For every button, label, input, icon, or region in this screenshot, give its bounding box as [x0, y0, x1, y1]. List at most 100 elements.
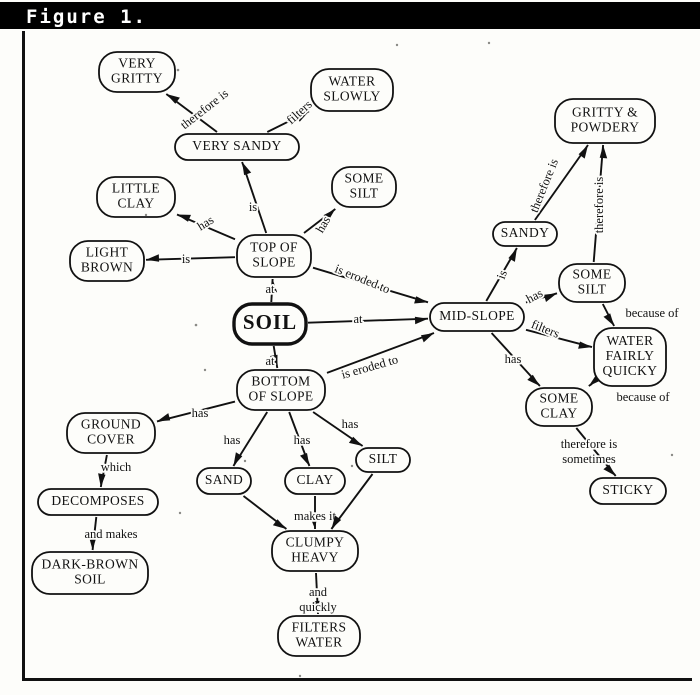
edge-label: filters [529, 317, 561, 341]
node-little-clay[interactable]: LITTLE CLAY [96, 176, 176, 218]
edge-label: has [505, 352, 522, 366]
edge-label: is eroded to [333, 262, 392, 297]
edge-label: at [265, 354, 275, 368]
node-decomposes[interactable]: DECOMPOSES [37, 488, 159, 516]
edge-soil-to-mid-slope: atat [307, 310, 429, 328]
node-very-gritty[interactable]: VERY GRITTY [98, 51, 176, 93]
node-light-brown[interactable]: LIGHT BROWN [69, 240, 145, 282]
edge-label: at [353, 312, 363, 326]
edge-top-of-slope-to-light-brown: isis [145, 250, 236, 268]
node-clumpy-heavy[interactable]: CLUMPY HEAVY [271, 530, 359, 572]
node-label: DECOMPOSES [51, 493, 144, 508]
node-label: TOP OF SLOPE [250, 240, 298, 270]
edge-label: is [494, 268, 510, 281]
edge-top-of-slope-to-mid-slope: is eroded tois eroded to [312, 260, 429, 304]
node-label: FILTERS WATER [292, 620, 347, 650]
edge-bottom-of-slope-to-mid-slope: is eroded tois eroded to [326, 332, 435, 383]
edge-label: which [101, 460, 132, 474]
edge-label: because of [616, 390, 670, 404]
node-label: MID-SLOPE [439, 308, 515, 323]
arrowhead-icon [242, 162, 252, 176]
node-water-slowly[interactable]: WATER SLOWLY [310, 68, 394, 112]
node-ground-cover[interactable]: GROUND COVER [66, 412, 156, 454]
edge-bottom-of-slope-to-sand: hashas [222, 411, 269, 467]
node-label: SOME SILT [572, 267, 611, 297]
edge-label: is [182, 252, 190, 266]
node-water-fairly-quicky[interactable]: WATER FAIRLY QUICKY [593, 327, 667, 387]
edge-label: and quickly [299, 585, 337, 614]
edge-top-of-slope-to-little-clay: hashas [176, 211, 236, 241]
edge-sand-to-clumpy-heavy [242, 495, 287, 530]
edge-soil-to-top-of-slope: atat [264, 278, 278, 303]
arrowhead-icon [603, 313, 615, 326]
node-dark-brown-soil[interactable]: DARK-BROWN SOIL [31, 551, 149, 595]
node-sticky[interactable]: STICKY [589, 477, 667, 505]
node-filters-water[interactable]: FILTERS WATER [277, 615, 361, 657]
edge-some-silt-mid-to-water-fairly-quicky: because ofbecause of [601, 303, 681, 327]
arrowhead-icon [578, 341, 592, 349]
node-label: GROUND COVER [81, 417, 141, 447]
edge-soil-to-bottom-of-slope: atat [264, 345, 279, 370]
node-bottom-of-slope[interactable]: BOTTOM OF SLOPE [236, 369, 326, 411]
node-label: SOME CLAY [539, 391, 578, 421]
edge-bottom-of-slope-to-clay: hashas [288, 411, 312, 467]
edge-sandy-to-gritty-powdery: therefore istherefore is [525, 144, 589, 221]
node-label: SOIL [243, 310, 297, 334]
edge-mid-slope-to-sandy: isis [485, 247, 518, 302]
edge-label: is [249, 200, 257, 214]
node-label: SOME SILT [344, 171, 383, 201]
edges-layer: atatatatatatisishashas hashasisisis erode… [83, 84, 681, 615]
node-sand[interactable]: SAND [196, 467, 252, 495]
node-label: VERY GRITTY [111, 56, 163, 86]
node-clay[interactable]: CLAY [284, 467, 346, 495]
edge-label: at [265, 282, 275, 296]
nodes-layer: VERY GRITTY WATER SLOWLY VERY SANDY LITTLE CLA… [31, 51, 667, 657]
node-some-silt-top[interactable]: SOME SILT [331, 166, 397, 208]
edge-label: therefore is [592, 177, 606, 234]
edge-line [145, 256, 236, 261]
edge-line [307, 317, 429, 324]
edge-label: filters [284, 97, 315, 127]
edge-label: makes it [294, 509, 337, 523]
arrowhead-icon [603, 464, 616, 476]
node-gritty-powdery[interactable]: GRITTY & POWDERY [554, 98, 656, 144]
figure-page: Figure 1. at at at at at at is is has has has has is… [0, 0, 700, 695]
node-some-silt-mid[interactable]: SOME SILT [558, 263, 626, 303]
edge-top-of-slope-to-very-sandy: isis [241, 161, 268, 234]
edge-mid-slope-to-some-clay: hashas [490, 332, 541, 387]
concept-map-canvas: atatatatatatisishashas hashasisisis erode… [31, 41, 681, 678]
arrowhead-icon [414, 296, 428, 304]
arrowhead-icon [599, 145, 608, 159]
node-label: SAND [205, 472, 243, 487]
arrowhead-icon [177, 214, 191, 222]
edge-clay-to-clumpy-heavy: makes itmakes it [292, 496, 338, 529]
arrowhead-icon [300, 453, 310, 466]
arrowhead-icon [157, 413, 171, 422]
node-sandy[interactable]: SANDY [492, 221, 558, 247]
node-soil[interactable]: SOIL [232, 302, 308, 346]
node-some-clay[interactable]: SOME CLAY [525, 387, 593, 427]
edge-bottom-of-slope-to-silt: hashas [312, 411, 364, 447]
node-label: WATER FAIRLY QUICKY [603, 333, 658, 378]
edge-bottom-of-slope-to-ground-cover: hashas [156, 400, 236, 423]
node-silt[interactable]: SILT [355, 447, 411, 473]
edge-very-sandy-to-very-gritty: therefore istherefore is [165, 84, 233, 134]
node-very-sandy[interactable]: VERY SANDY [174, 133, 300, 161]
arrowhead-icon [527, 374, 540, 386]
node-mid-slope[interactable]: MID-SLOPE [429, 302, 525, 332]
node-label: LIGHT BROWN [81, 245, 133, 275]
node-label: SILT [369, 451, 398, 466]
edge-mid-slope-to-water-fairly-quicky: filtersfilters [525, 315, 593, 349]
arrowhead-icon [543, 293, 557, 302]
node-label: CLAY [296, 472, 333, 487]
edge-label: has [342, 417, 359, 431]
node-label: BOTTOM OF SLOPE [248, 374, 313, 404]
edge-very-sandy-to-water-slowly: filtersfilters [266, 95, 317, 133]
edge-label: and makes [84, 527, 137, 541]
node-label: CLUMPY HEAVY [286, 535, 345, 565]
edge-label: has [294, 433, 311, 447]
node-label: LITTLE CLAY [112, 181, 160, 211]
node-top-of-slope[interactable]: TOP OF SLOPE [236, 234, 312, 278]
node-label: WATER SLOWLY [323, 74, 380, 104]
arrowhead-icon [421, 333, 434, 343]
